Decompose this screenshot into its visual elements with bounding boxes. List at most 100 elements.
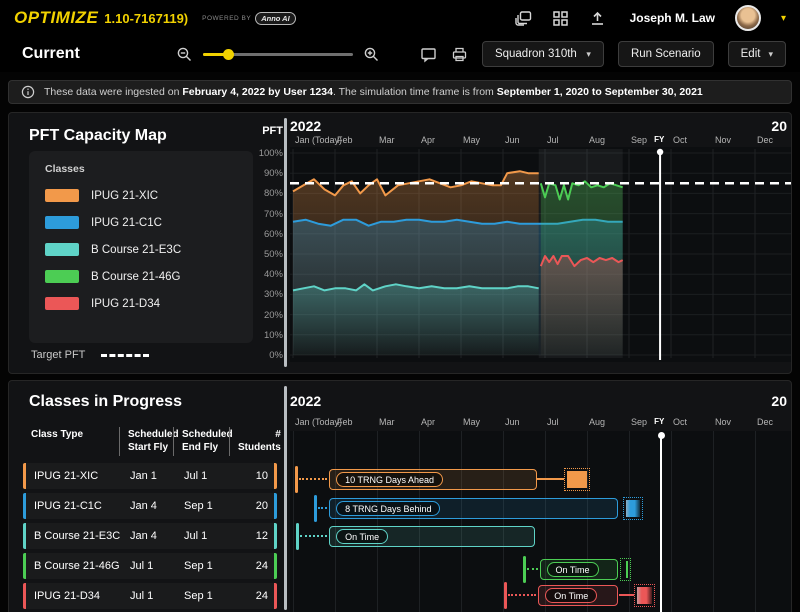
lead-dotted-connector — [300, 535, 327, 537]
app: OPTIMIZE 1.10-7167119) POWERED BY Anno A… — [0, 0, 800, 612]
fiscal-year-label: FY — [654, 135, 664, 144]
toolbar: Current Squadron 310th ▾ — [0, 36, 800, 72]
cell-students: 24 — [232, 590, 274, 602]
cell-class-type: IPUG 21-C1C — [26, 500, 122, 512]
lead-dotted-connector — [508, 594, 537, 596]
timeline-scroll-handle[interactable] — [284, 118, 287, 367]
timeline-zoom-slider[interactable] — [203, 53, 353, 56]
month-label: May — [463, 135, 480, 145]
end-block[interactable] — [634, 584, 655, 607]
legend-title: Classes — [45, 163, 237, 175]
y-tick-label: 60% — [264, 229, 283, 240]
gridline — [755, 431, 756, 612]
zoom-out-icon[interactable] — [176, 46, 193, 63]
gantt-bar[interactable]: 10 TRNG Days Ahead — [329, 469, 536, 490]
legend-swatch — [45, 297, 79, 310]
upload-icon[interactable] — [589, 10, 606, 27]
legend-label: B Course 21-E3C — [91, 244, 181, 256]
table-row[interactable]: IPUG 21-XIC Jan 1 Jul 1 10 — [23, 463, 277, 489]
end-block[interactable] — [564, 468, 590, 491]
gantt-bar[interactable]: 8 TRNG Days Behind — [329, 498, 618, 519]
status-badge: On Time — [545, 588, 597, 603]
table-row[interactable]: B Course 21-E3C Jan 4 Jul 1 12 — [23, 523, 277, 549]
classes-in-progress-panel: Classes in Progress Class TypeScheduled … — [8, 380, 792, 612]
slider-thumb[interactable] — [223, 49, 234, 60]
status-badge: 10 TRNG Days Ahead — [336, 472, 443, 487]
squadron-select-value: Squadron 310th — [495, 48, 577, 60]
target-pft-dash-sample — [101, 354, 149, 357]
avatar[interactable] — [735, 5, 761, 31]
column-header: Scheduled Start Fly — [119, 427, 173, 456]
squadron-select[interactable]: Squadron 310th ▾ — [482, 41, 604, 67]
lead-dotted-connector — [527, 568, 538, 570]
month-label: Dec — [757, 135, 773, 145]
table-row[interactable]: IPUG 21-C1C Jan 4 Sep 1 20 — [23, 493, 277, 519]
status-badge: On Time — [547, 562, 599, 577]
target-pft-label: Target PFT — [31, 349, 85, 361]
month-label: Oct — [673, 135, 687, 145]
cell-students: 12 — [232, 530, 274, 542]
edit-button[interactable]: Edit ▾ — [728, 41, 786, 67]
gantt-bar[interactable]: On Time — [329, 526, 535, 547]
gridline — [293, 431, 294, 612]
target-pft-row: Target PFT — [31, 349, 149, 361]
classes-panel-title: Classes in Progress — [29, 393, 182, 411]
powered-by-label: POWERED BY — [202, 15, 251, 22]
legend-swatch — [45, 189, 79, 202]
month-label: Apr — [421, 135, 435, 145]
year-label: 2022 — [290, 393, 321, 409]
y-tick-label: 10% — [264, 330, 283, 341]
table-row[interactable]: IPUG 21-D34 Jul 1 Sep 1 24 — [23, 583, 277, 609]
column-header: Scheduled End Fly — [173, 427, 229, 456]
cell-start-fly: Jul 1 — [122, 590, 176, 602]
legend-item[interactable]: IPUG 21-C1C — [45, 216, 237, 229]
grid-icon[interactable] — [552, 10, 569, 27]
classes-table: IPUG 21-XIC Jan 1 Jul 1 10 IPUG 21-C1C J… — [23, 463, 277, 612]
cell-students: 24 — [232, 560, 274, 572]
month-label: Feb — [337, 417, 353, 427]
month-label: Jul — [547, 135, 559, 145]
legend-item[interactable]: IPUG 21-D34 — [45, 297, 237, 310]
schedule-start-tick — [296, 523, 299, 550]
gantt-bar[interactable]: On Time — [540, 559, 619, 580]
end-block[interactable] — [620, 558, 631, 581]
app-header: OPTIMIZE 1.10-7167119) POWERED BY Anno A… — [0, 0, 800, 36]
pft-chart-area: 202220 Jan (Today)FebMarAprMayJunJulAugS… — [284, 113, 791, 373]
cascade-windows-icon[interactable] — [515, 10, 532, 27]
year-label: 2022 — [290, 118, 321, 134]
legend-item[interactable]: B Course 21-E3C — [45, 243, 237, 256]
schedule-start-tick — [523, 556, 526, 583]
months-row: Jan (Today)FebMarAprMayJunJulAugSepOctNo… — [290, 135, 787, 147]
end-block[interactable] — [623, 497, 643, 520]
gridline — [419, 431, 420, 612]
schedule-start-tick — [295, 466, 298, 493]
comment-icon[interactable] — [420, 46, 437, 63]
run-scenario-button[interactable]: Run Scenario — [618, 41, 714, 67]
info-icon — [21, 85, 35, 99]
print-icon[interactable] — [451, 46, 468, 63]
month-label: Oct — [673, 417, 687, 427]
gridline — [461, 431, 462, 612]
timeline-scroll-handle[interactable] — [284, 386, 287, 610]
cell-start-fly: Jul 1 — [122, 560, 176, 572]
y-tick-label: 100% — [259, 148, 283, 159]
user-name: Joseph M. Law — [630, 11, 715, 25]
month-label: Apr — [421, 417, 435, 427]
year-label-clipped: 20 — [771, 118, 787, 134]
cell-end-fly: Sep 1 — [176, 560, 232, 572]
legend-item[interactable]: B Course 21-46G — [45, 270, 237, 283]
run-scenario-label: Run Scenario — [631, 48, 701, 60]
legend-label: B Course 21-46G — [91, 271, 181, 283]
legend-item[interactable]: IPUG 21-XIC — [45, 189, 237, 202]
legend-label: IPUG 21-D34 — [91, 298, 160, 310]
user-menu-chevron-down-icon[interactable]: ▾ — [781, 13, 786, 24]
edit-label: Edit — [741, 48, 761, 60]
gantt-bar[interactable]: On Time — [538, 585, 618, 606]
table-row[interactable]: B Course 21-46G Jul 1 Sep 1 24 — [23, 553, 277, 579]
zoom-in-icon[interactable] — [363, 46, 380, 63]
chevron-down-icon: ▾ — [768, 49, 773, 60]
year-label-clipped: 20 — [771, 393, 787, 409]
month-label: May — [463, 417, 480, 427]
status-badge: On Time — [336, 529, 388, 544]
fiscal-year-dot — [658, 432, 665, 439]
